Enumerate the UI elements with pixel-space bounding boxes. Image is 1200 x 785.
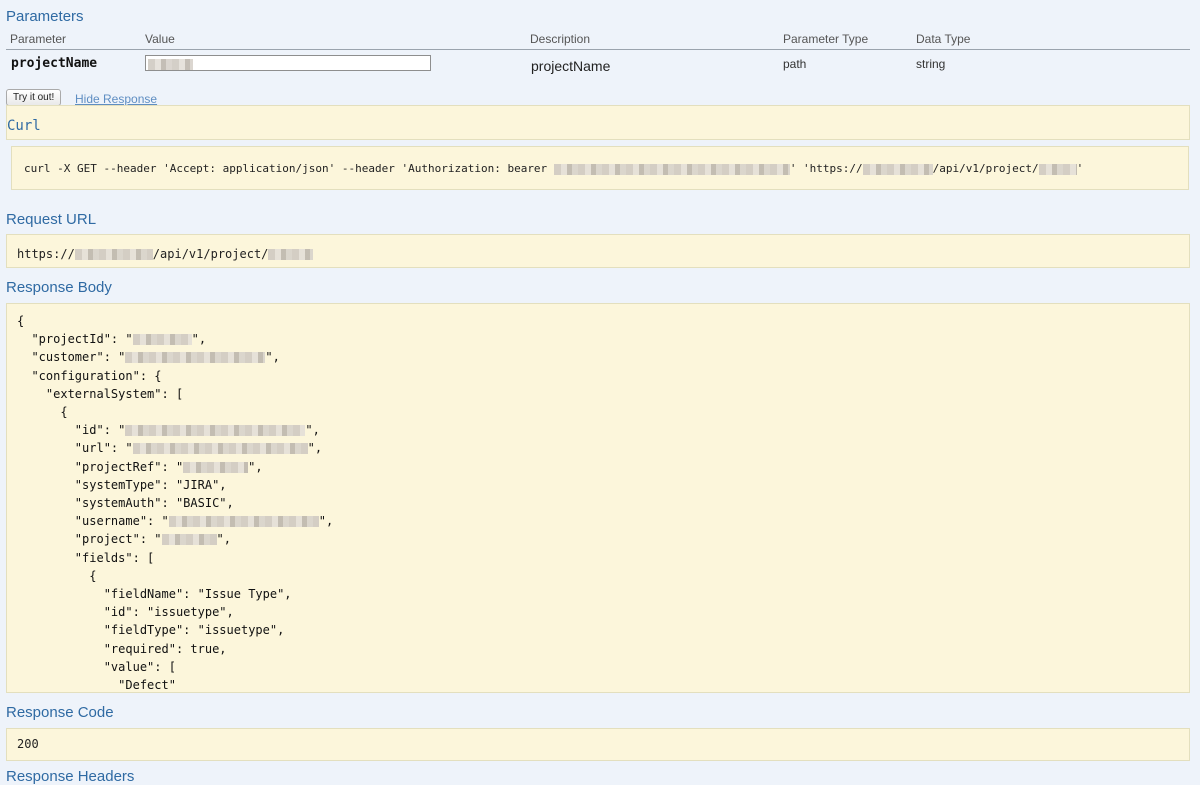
request-url: https:// /api/v1/project/ (17, 247, 314, 261)
json-line: "Defect" (17, 678, 176, 693)
json-line-text: "url": " (17, 441, 133, 456)
curl-title: Curl (7, 118, 41, 134)
response-code-box: 200 (6, 728, 1190, 761)
curl-middle: ' 'https:// (789, 162, 863, 175)
header-data-type: Data Type (916, 32, 971, 46)
json-line-text: ", (216, 532, 231, 547)
json-line: "projectId": " ", (17, 332, 206, 346)
json-line: "systemType": "JIRA", (17, 477, 227, 492)
json-line-text: ", (318, 514, 334, 529)
curl-path: /api/v1/project/ (932, 162, 1039, 175)
json-line: "required": true, (17, 641, 227, 656)
json-line: "fieldType": "issuetype", (17, 623, 285, 638)
parameter-name: projectName (11, 56, 98, 71)
parameter-type: path (783, 57, 807, 71)
redacted-value (132, 443, 308, 455)
header-parameter: Parameter (10, 32, 67, 46)
json-line-text: ", (305, 423, 320, 438)
redacted-value (148, 59, 193, 70)
json-line-text: "project": " (17, 532, 162, 547)
curl-prefix: curl -X GET --header 'Accept: applicatio… (24, 162, 554, 175)
redacted-value (161, 534, 217, 546)
json-line: "id": "issuetype", (17, 605, 234, 620)
json-line: "customer": " ", (17, 350, 280, 365)
hide-response-link[interactable]: Hide Response (75, 92, 157, 106)
header-description: Description (530, 32, 591, 46)
json-line: "value": [ (17, 659, 176, 674)
redacted-value (125, 425, 306, 437)
response-code: 200 (17, 737, 39, 751)
curl-command: curl -X GET --header 'Accept: applicatio… (24, 162, 1083, 175)
header-parameter-type: Parameter Type (783, 32, 869, 46)
redacted-value (125, 352, 266, 364)
json-line: "username": " ", (17, 514, 333, 528)
curl-header-box: Curl (6, 105, 1190, 140)
json-line-text: "customer": " (17, 350, 126, 365)
json-line-text: ", (191, 332, 207, 347)
api-operation-panel: Parameters Parameter Value Description P… (0, 0, 1200, 785)
request-url-box: https:// /api/v1/project/ (6, 234, 1190, 268)
curl-command-box: curl -X GET --header 'Accept: applicatio… (11, 146, 1189, 190)
redacted-project (1038, 163, 1077, 175)
json-line: { (17, 405, 68, 420)
redacted-host (862, 163, 933, 175)
response-body-json: { "projectId": " ", "customer": " ", "conf… (17, 312, 333, 693)
json-line-text: "username": " (17, 514, 169, 529)
json-line: { (17, 314, 25, 328)
redacted-host (74, 249, 153, 260)
parameters-title: Parameters (6, 8, 84, 25)
json-line: "projectRef": " ", (17, 460, 263, 474)
json-line: "fieldName": "Issue Type", (17, 587, 292, 602)
json-line: "fields": [ (17, 550, 155, 565)
json-line-text: "projectRef": " (17, 459, 184, 474)
json-line-text: "id": " (17, 423, 126, 438)
request-url-prefix: https:// (17, 247, 75, 261)
try-it-out-button[interactable]: Try it out! (6, 89, 62, 106)
header-value: Value (145, 32, 175, 46)
json-line-text: ", (248, 459, 263, 474)
redacted-project (268, 249, 314, 260)
json-line: "id": " ", (17, 423, 320, 437)
json-line: { (17, 568, 97, 583)
response-headers-title: Response Headers (6, 768, 135, 785)
parameters-table-header: Parameter Value Description Parameter Ty… (6, 30, 1190, 50)
response-code-title: Response Code (6, 704, 114, 721)
parameter-data-type: string (916, 57, 946, 71)
curl-suffix: ' (1076, 162, 1084, 175)
redacted-value (132, 334, 192, 346)
response-body-box[interactable]: { "projectId": " ", "customer": " ", "conf… (6, 303, 1190, 693)
json-line: "systemAuth": "BASIC", (17, 496, 234, 511)
redacted-value (183, 461, 249, 473)
json-line: "configuration": { (17, 368, 162, 383)
json-line: "externalSystem": [ (17, 386, 184, 401)
json-line-text: ", (265, 350, 280, 365)
request-url-path: /api/v1/project/ (152, 247, 269, 261)
json-line-text: "projectId": " (17, 332, 133, 347)
json-line-text: ", (307, 441, 323, 456)
parameter-description: projectName (531, 58, 611, 74)
redacted-token (553, 163, 790, 175)
redacted-value (168, 516, 319, 528)
json-line: "project": " ", (17, 532, 231, 546)
request-url-title: Request URL (6, 211, 97, 228)
json-line: "url": " ", (17, 441, 322, 455)
parameter-row-projectname: projectName projectName path string (6, 52, 1190, 80)
response-body-title: Response Body (6, 279, 112, 296)
